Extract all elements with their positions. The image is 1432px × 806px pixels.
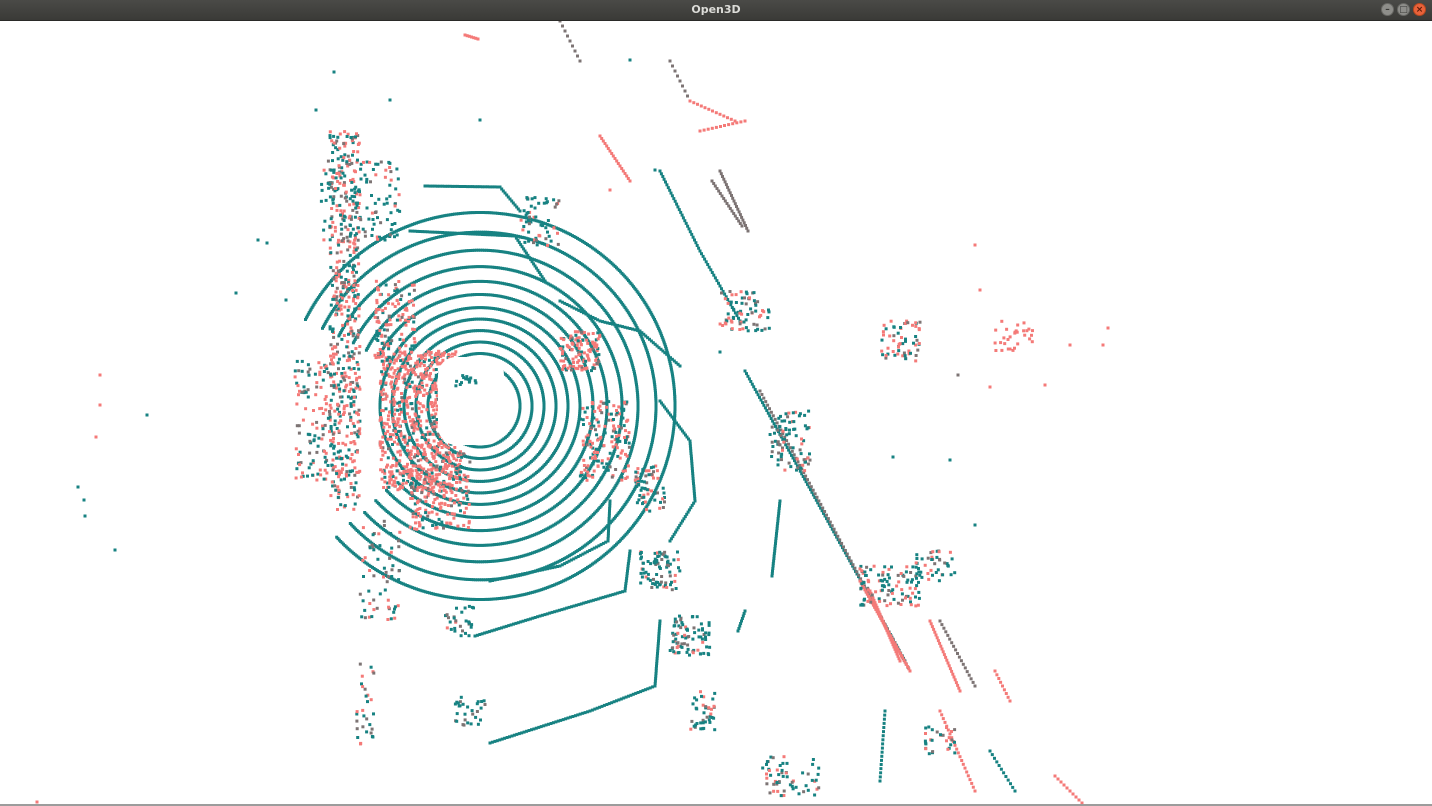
point-cloud-viewport[interactable]: [0, 21, 1432, 806]
point-cloud: [35, 21, 1110, 806]
maximize-icon: □: [1399, 5, 1408, 15]
minimize-button[interactable]: –: [1381, 3, 1394, 16]
close-icon: ×: [1415, 5, 1424, 15]
window-title: Open3D: [691, 3, 741, 16]
maximize-button[interactable]: □: [1397, 3, 1410, 16]
minimize-icon: –: [1385, 5, 1390, 15]
open3d-window: Open3D – □ ×: [0, 0, 1432, 806]
title-bar[interactable]: Open3D – □ ×: [0, 0, 1432, 21]
close-button[interactable]: ×: [1413, 3, 1426, 16]
